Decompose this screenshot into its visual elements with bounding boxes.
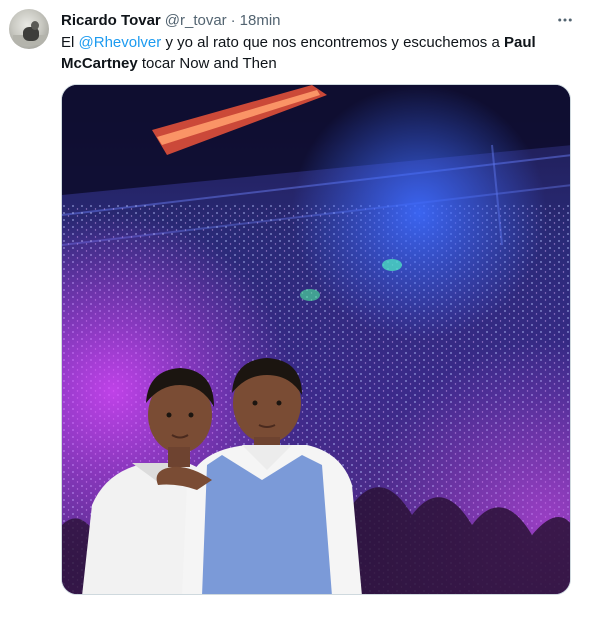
mention-link[interactable]: @Rhevolver bbox=[79, 34, 162, 51]
more-options-button[interactable] bbox=[553, 8, 577, 32]
more-horizontal-icon bbox=[558, 18, 572, 22]
tweet-text-part: y yo al rato que nos encontremos y escuc… bbox=[161, 34, 504, 51]
profile-avatar[interactable] bbox=[9, 9, 49, 49]
tweet-text: El @Rhevolver y yo al rato que nos encon… bbox=[61, 32, 551, 74]
tweet-header: Ricardo Tovar @r_tovar · 18min bbox=[61, 10, 281, 30]
tweet-media-photo[interactable] bbox=[61, 84, 571, 595]
separator-dot: · bbox=[230, 11, 236, 29]
author-name[interactable]: Ricardo Tovar bbox=[61, 12, 161, 29]
tweet-text-part: tocar Now and Then bbox=[137, 55, 277, 72]
tweet-text-part: El bbox=[61, 34, 79, 51]
tweet-timestamp[interactable]: 18min bbox=[240, 12, 281, 29]
author-handle[interactable]: @r_tovar bbox=[165, 12, 227, 29]
concert-photo bbox=[62, 85, 570, 594]
